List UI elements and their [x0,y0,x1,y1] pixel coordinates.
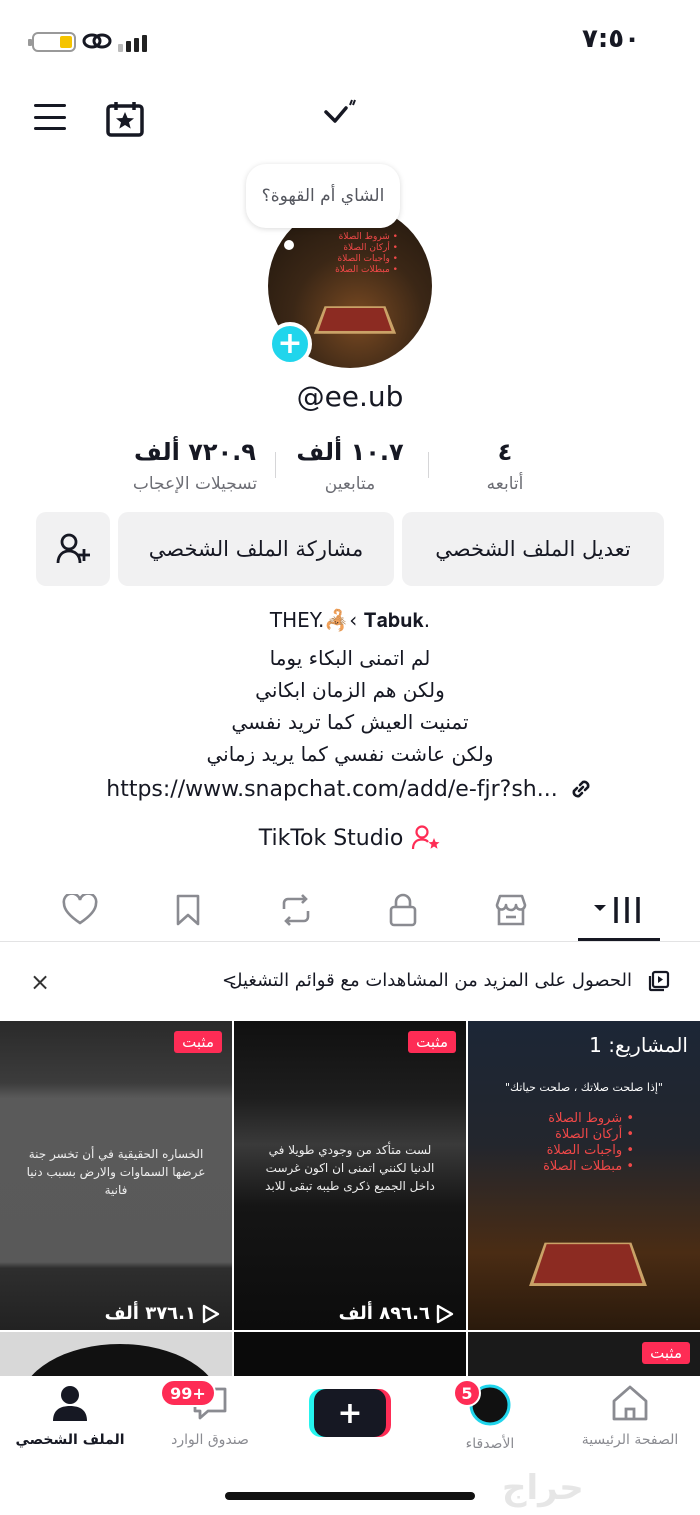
nav-home[interactable]: الصفحة الرئيسية [560,1384,700,1448]
nav-profile-label: الملف الشخصي [15,1432,125,1448]
menu-icon[interactable] [34,104,66,130]
tab-shop[interactable] [489,888,533,932]
video-tile[interactable]: مثبت لست متأكد من وجودي طويلا في الدنيا … [234,1021,466,1330]
shop-icon [495,894,527,926]
edit-profile-button[interactable]: تعديل الملف الشخصي [402,512,664,586]
share-profile-button[interactable]: مشاركة الملف الشخصي [118,512,394,586]
account-switch-chevron-icon[interactable] [320,96,360,136]
play-icon [202,1304,220,1323]
following-count: ٤ [497,438,513,466]
profile-icon [53,1386,87,1421]
tab-private[interactable] [381,888,425,932]
video-title: المشاريع: 1 [589,1033,688,1057]
bio-link-text[interactable]: https://www.snapchat.com/add/e-fjr?sh... [106,777,557,802]
calendar-star-icon[interactable] [105,100,145,142]
watermark: حراج [502,1468,584,1508]
bookmark-icon [176,894,200,926]
note-bubble-tail [284,240,294,250]
close-icon[interactable]: × [30,968,50,996]
friends-badge: 5 [453,1379,481,1407]
nav-home-label: الصفحة الرئيسية [581,1432,679,1448]
video-list: • شروط الصلاة • أركان الصلاة • واجبات الصل… [543,1111,634,1174]
tab-liked[interactable] [58,888,102,932]
creator-star-icon [412,825,440,850]
add-story-plus-icon[interactable]: + [268,322,312,366]
stat-followers[interactable]: ١٠.٧ ألف متابعين [265,438,435,494]
bio-first-line: THEY.🦂‹ 𝐓𝐚𝐛𝐮𝐤. [269,608,431,632]
likes-count: ٧٢٠.٩ ألف [134,438,256,466]
likes-label: تسجيلات الإعجاب [132,474,258,494]
video-caption: الخساره الحقيقية في أن تخسر جنة عرضها ال… [26,1147,206,1197]
avatar-text: • شروط الصلاة • أركان الصلاة • واجبات ال… [335,232,398,275]
videos-grid-icon [594,897,640,923]
bio-line: تمنيت العيش كما تريد نفسي [231,710,469,734]
status-time: ٧:٥٠ [581,24,640,54]
prayer-rug-image [529,1242,647,1287]
home-icon [612,1385,648,1421]
pinned-badge: مثبت [408,1031,456,1053]
stat-likes: ٧٢٠.٩ ألف تسجيلات الإعجاب [110,438,280,494]
inbox-badge: 99+ [160,1379,216,1407]
username: @ee.ub [296,380,404,413]
repost-icon [282,894,310,926]
bio-line: لم اتمنى البكاء يوما [269,646,431,670]
nav-inbox-label: صندوق الوارد [171,1432,249,1448]
signal-icon [118,32,147,52]
home-indicator[interactable] [225,1492,475,1500]
tab-reposts[interactable] [274,888,318,932]
tabs-divider [0,941,700,942]
pinned-badge: مثبت [642,1342,690,1364]
tab-videos[interactable] [594,888,646,932]
playlist-icon [648,970,670,996]
play-icon [436,1304,454,1323]
nav-friends[interactable]: الأصدقاء [420,1384,560,1452]
playlist-banner-text[interactable]: الحصول على المزيد من المشاهدات مع قوائم … [229,970,632,991]
video-quote: "إذا صلحت صلاتك ، صلحت حياتك" [505,1081,663,1094]
bio-line: ولكن عاشت نفسي كما يريد زماني [206,742,494,766]
lock-icon [389,893,417,927]
add-friend-button[interactable] [36,512,110,586]
bio-line: ولكن هم الزمان ابكاني [255,678,445,702]
heart-icon [62,894,98,925]
video-tile[interactable]: مثبت الخساره الحقيقية في أن تخسر جنة عرض… [0,1021,232,1330]
view-count: ٣٧٦.١ ألف [105,1303,220,1324]
add-person-icon [56,533,90,564]
note-bubble[interactable]: الشاي أم القهوة؟ [246,164,400,228]
view-count: ٨٩٦.٦ ألف [339,1303,454,1324]
following-label: أتابعه [486,474,524,494]
battery-icon [28,32,76,52]
prayer-rug-image [313,306,397,334]
link-icon [572,780,590,798]
tiktok-studio-link[interactable]: TikTok Studio [0,824,700,852]
followers-label: متابعين [324,474,376,494]
pinned-badge: مثبت [174,1031,222,1053]
nav-profile[interactable]: الملف الشخصي [0,1384,140,1448]
video-tile[interactable]: المشاريع: 1 "إذا صلحت صلاتك ، صلحت حياتك… [468,1021,700,1330]
bio-link[interactable]: https://www.snapchat.com/add/e-fjr?sh... [0,776,700,802]
stat-following[interactable]: ٤ أتابعه [420,438,590,494]
link-icon [82,30,112,58]
nav-friends-label: الأصدقاء [465,1436,515,1452]
tiktok-studio-label[interactable]: TikTok Studio [259,826,404,851]
create-button[interactable]: + [314,1389,386,1437]
tab-favorites[interactable] [166,888,210,932]
video-caption: لست متأكد من وجودي طويلا في الدنيا لكنني… [265,1143,435,1193]
followers-count: ١٠.٧ ألف [296,438,404,466]
